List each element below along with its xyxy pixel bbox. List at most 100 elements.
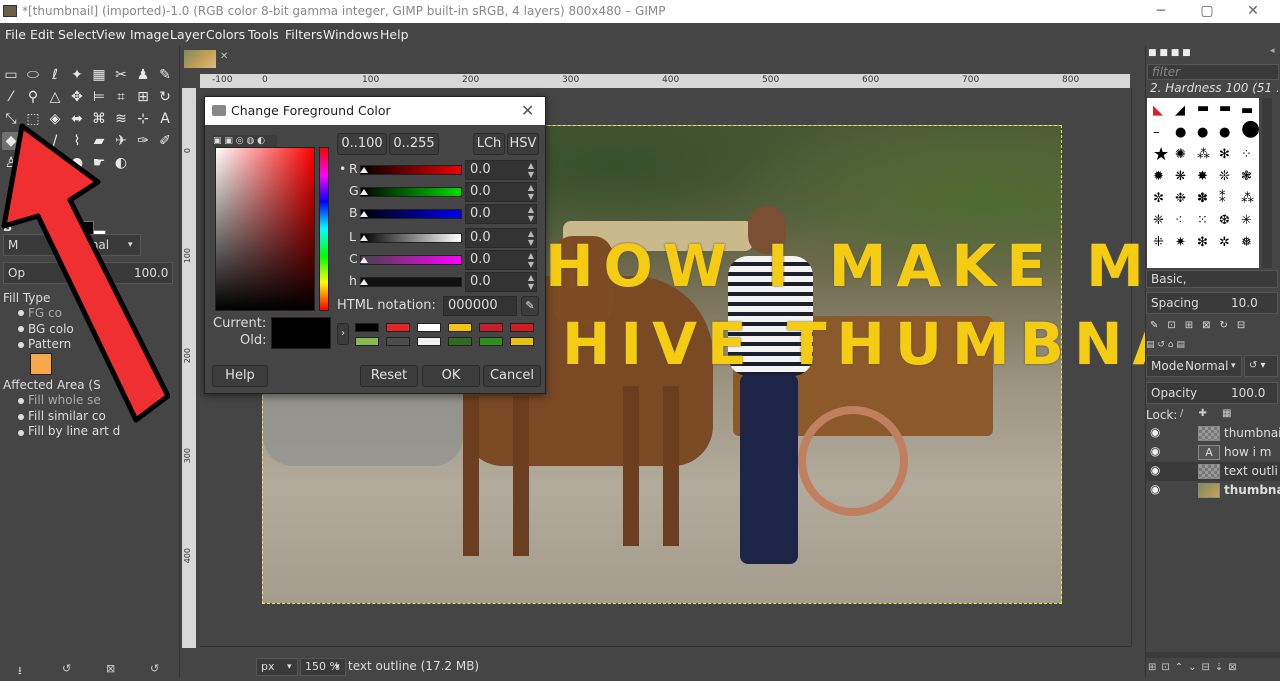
dialog-close-icon[interactable]: ✕ xyxy=(521,97,534,125)
brush-icon[interactable]: ⁙ xyxy=(1197,214,1208,227)
menu-select[interactable]: Select xyxy=(58,23,97,46)
history-swatch[interactable] xyxy=(355,337,379,346)
eye-icon[interactable]: ◉ xyxy=(1150,444,1160,458)
layer-row[interactable]: ◉ text outli xyxy=(1146,462,1280,481)
brush-icon[interactable]: ✷ xyxy=(1175,236,1186,249)
brush-icon[interactable]: ▬ xyxy=(1219,102,1231,115)
spin-arrows-icon[interactable]: ▲ ▼ xyxy=(528,183,534,201)
history-swatch[interactable] xyxy=(386,337,410,346)
layer-row[interactable]: ◉ thumbnai xyxy=(1146,424,1280,443)
spin-arrows-icon[interactable]: ▲ ▼ xyxy=(528,161,534,179)
spin-arrows-icon[interactable]: ▲ ▼ xyxy=(528,205,534,223)
slider-handle[interactable] xyxy=(360,211,368,217)
scissors-icon[interactable]: ✂ xyxy=(112,66,130,84)
layers-tabs[interactable]: ▤ ↺ ⌂ ▤ xyxy=(1146,340,1280,350)
color-select-icon[interactable]: ▦ xyxy=(90,66,108,84)
menu-image[interactable]: Image xyxy=(130,23,169,46)
brush-grid[interactable]: ◣ ◢ ▬ ▬ ▬ – ● ● ● ● ★ ✺ ⁂ ✻ ⁘ ✹ ❋ ✸ ❊ ❃ … xyxy=(1147,98,1260,268)
slider-handle[interactable] xyxy=(360,279,368,285)
layer-mode-combo[interactable]: Mode Normal ▾ xyxy=(1146,355,1242,377)
history-swatch[interactable] xyxy=(355,323,379,332)
lch-button[interactable]: LCh xyxy=(473,133,505,155)
brush-icon[interactable]: ❊ xyxy=(1219,170,1230,183)
layers-scrollbar[interactable] xyxy=(1146,652,1280,658)
history-swatch[interactable] xyxy=(479,337,503,346)
brush-icon[interactable]: ● xyxy=(1241,118,1260,140)
brush-icon[interactable]: ● xyxy=(1175,126,1186,139)
minimize-button[interactable]: ─ xyxy=(1138,0,1184,23)
brush-actions[interactable]: ✎⊡⊞⊠↻⊟ xyxy=(1150,320,1275,332)
image-tab[interactable]: ✕ xyxy=(182,46,232,72)
measure-icon[interactable]: △ xyxy=(46,88,64,106)
brush-icon[interactable]: ✸ xyxy=(1197,170,1208,183)
lasso-icon[interactable]: ℓ xyxy=(46,66,64,84)
brush-preset-combo[interactable]: Basic, xyxy=(1146,270,1278,288)
brush-icon[interactable]: ❉ xyxy=(1175,192,1186,205)
slider-handle[interactable] xyxy=(360,235,368,241)
brush-icon[interactable]: ⁑ xyxy=(1219,192,1226,205)
menu-colors[interactable]: Colors xyxy=(206,23,245,46)
hue-strip[interactable] xyxy=(319,147,329,311)
brush-icon[interactable]: ✳ xyxy=(1241,214,1252,227)
menu-layer[interactable]: Layer xyxy=(170,23,205,46)
rect-select-icon[interactable]: ▭ xyxy=(2,66,20,84)
menu-file[interactable]: File xyxy=(5,23,26,46)
slider-handle[interactable] xyxy=(360,167,368,173)
ellipse-select-icon[interactable]: ⬭ xyxy=(24,66,42,84)
history-swatch[interactable] xyxy=(417,337,441,346)
brush-icon[interactable]: ❋ xyxy=(1175,170,1186,183)
menu-edit[interactable]: Edit xyxy=(30,23,54,46)
brush-icon[interactable]: ❅ xyxy=(1241,236,1252,249)
lightness-spin[interactable]: 0.0 ▲ ▼ xyxy=(465,228,537,248)
green-slider[interactable] xyxy=(360,187,462,197)
cancel-button[interactable]: Cancel xyxy=(483,365,541,387)
brush-icon[interactable]: ⁂ xyxy=(1197,148,1210,161)
brush-icon[interactable]: ▬ xyxy=(1197,102,1209,115)
reset-options-icon[interactable]: ↺ xyxy=(150,662,159,675)
red-spin[interactable]: 0.0 ▲ ▼ xyxy=(465,160,537,180)
history-swatch[interactable] xyxy=(479,323,503,332)
brush-icon[interactable]: ✼ xyxy=(1153,192,1164,205)
foreground-select-icon[interactable]: ♟ xyxy=(134,66,152,84)
menu-filters[interactable]: Filters xyxy=(285,23,322,46)
brush-icon[interactable]: ❃ xyxy=(1241,170,1252,183)
composite-mode-combo[interactable]: ↺ ▾ xyxy=(1244,355,1278,377)
dock-tabs[interactable]: ■ ■ ■ ■ xyxy=(1148,48,1198,60)
chroma-slider[interactable] xyxy=(360,255,462,265)
menu-view[interactable]: View xyxy=(96,23,126,46)
history-swatch[interactable] xyxy=(417,323,441,332)
brush-icon[interactable]: – xyxy=(1153,126,1160,139)
zoom-icon[interactable]: ⚲ xyxy=(24,88,42,106)
hue-slider[interactable] xyxy=(360,277,462,287)
brush-icon[interactable]: ✽ xyxy=(1197,192,1208,205)
help-button[interactable]: Help xyxy=(212,365,268,387)
eye-icon[interactable]: ◉ xyxy=(1150,425,1160,439)
unit-combo[interactable]: px ▾ xyxy=(256,658,298,676)
slider-handle[interactable] xyxy=(360,257,368,263)
paths-icon[interactable]: ✎ xyxy=(156,66,174,84)
reset-button[interactable]: Reset xyxy=(360,365,418,387)
brush-icon[interactable]: ❆ xyxy=(1219,214,1230,227)
history-swatch[interactable] xyxy=(510,323,534,332)
color-picker-icon[interactable]: ⁄ xyxy=(2,88,20,106)
layer-row[interactable]: ◉ A how i m xyxy=(1146,443,1280,462)
brush-icon[interactable]: ✲ xyxy=(1219,236,1230,249)
fuzzy-select-icon[interactable]: ✦ xyxy=(68,66,86,84)
slider-handle[interactable] xyxy=(360,189,368,195)
brush-icon[interactable]: ★ xyxy=(1153,146,1169,164)
brush-icon[interactable]: ● xyxy=(1197,126,1208,139)
horizontal-scrollbar[interactable] xyxy=(200,646,1131,656)
brush-icon[interactable]: ◣ xyxy=(1153,104,1163,117)
layer-actions[interactable]: ⊞⊡⌃⌄⊟⇣⊠ xyxy=(1148,662,1278,676)
red-slider[interactable] xyxy=(360,165,462,175)
brush-icon[interactable]: ● xyxy=(1219,126,1230,139)
close-tab-icon[interactable]: ✕ xyxy=(220,51,228,62)
dock-menu-icon[interactable]: ◂ xyxy=(1270,46,1275,56)
brush-icon[interactable]: ⁘ xyxy=(1241,148,1252,161)
align-icon[interactable]: ⊨ xyxy=(90,88,108,106)
eyedropper-icon[interactable]: ✎ xyxy=(521,296,539,316)
green-spin[interactable]: 0.0 ▲ ▼ xyxy=(465,182,537,202)
maximize-button[interactable]: ▢ xyxy=(1184,0,1230,23)
zoom-combo[interactable]: 150 % ▾ xyxy=(300,658,346,676)
hsv-button[interactable]: HSV xyxy=(507,133,539,155)
